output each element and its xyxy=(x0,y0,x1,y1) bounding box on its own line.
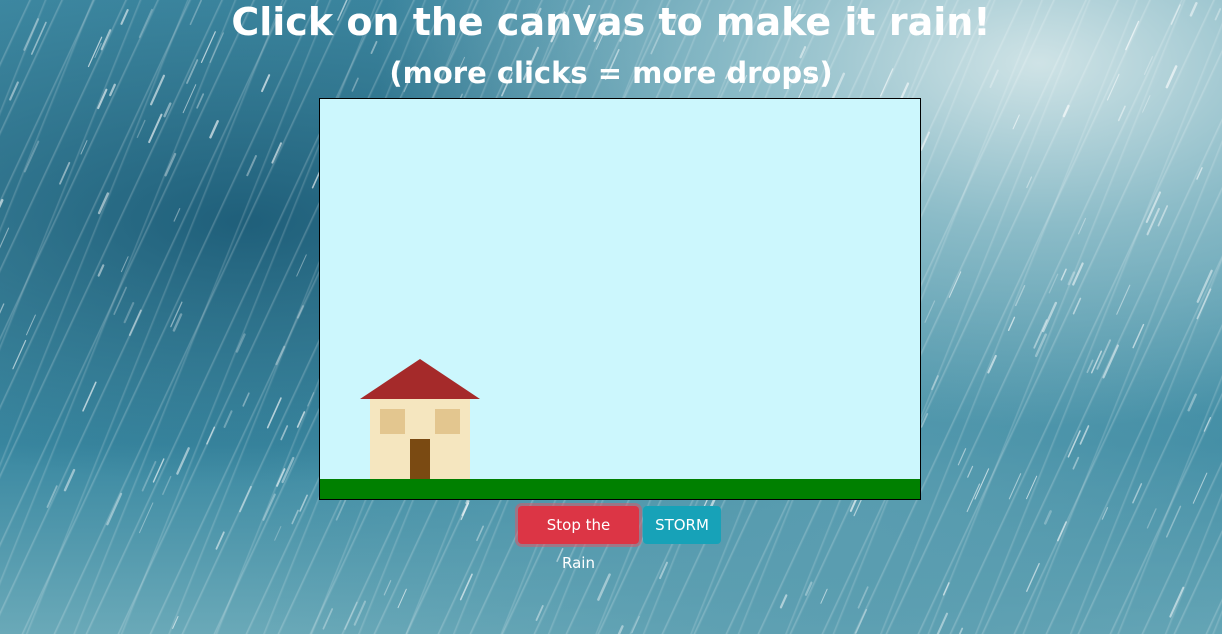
controls: Stop the Rain STORM xyxy=(0,506,1222,572)
page-title: Click on the canvas to make it rain! xyxy=(231,0,991,44)
house-window-right xyxy=(435,409,460,434)
house-wall xyxy=(370,399,470,479)
page-subtitle: (more clicks = more drops) xyxy=(389,56,833,90)
stop-rain-button[interactable]: Stop the Rain xyxy=(518,506,639,572)
storm-button[interactable]: STORM xyxy=(643,506,721,544)
rain-canvas[interactable] xyxy=(319,98,921,500)
house-window-left xyxy=(380,409,405,434)
house-roof xyxy=(360,359,480,399)
house-door xyxy=(410,439,430,479)
ground xyxy=(320,479,920,499)
house xyxy=(360,359,481,480)
